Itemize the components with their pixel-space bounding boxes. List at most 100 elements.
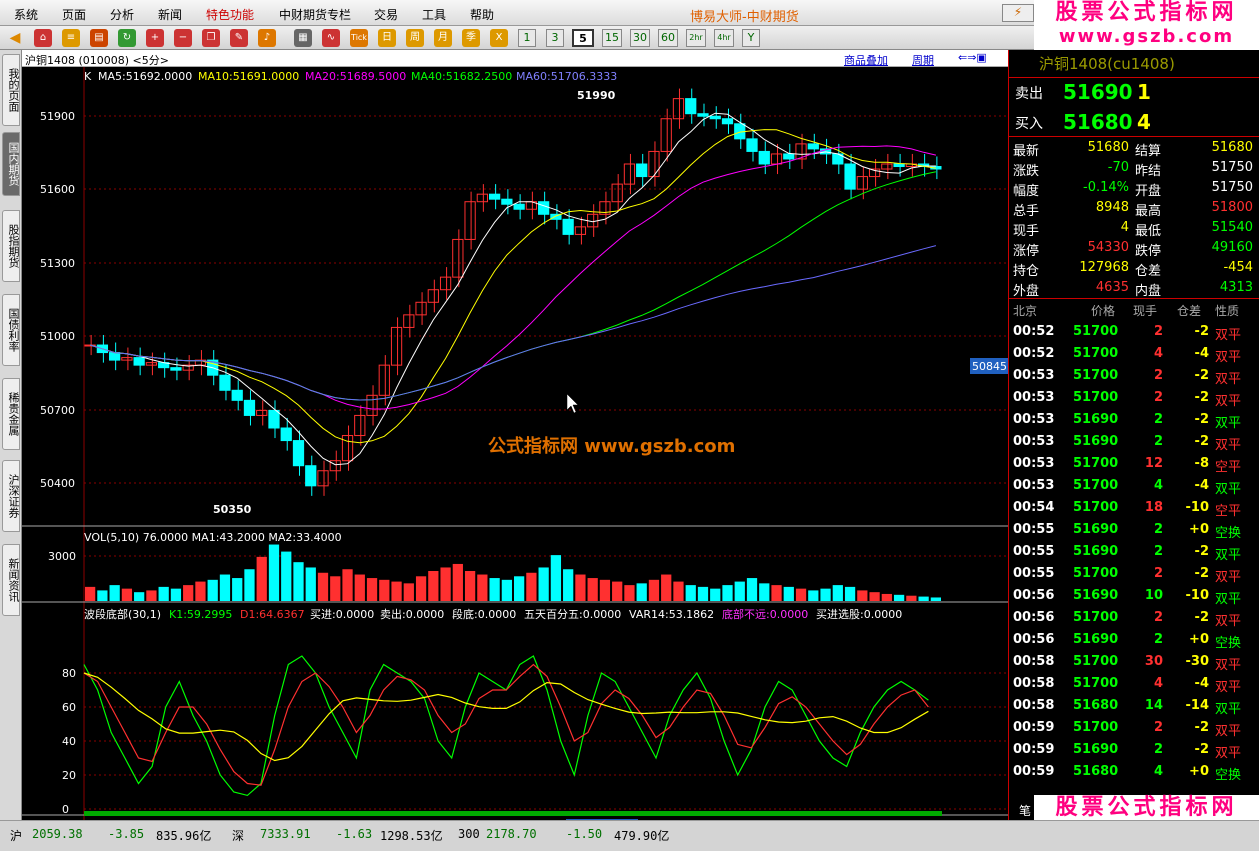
tick-row[interactable]: 00:53 51700 2 -2 双平	[1009, 390, 1259, 410]
period-60-button[interactable]: 60	[658, 29, 678, 47]
zoom-out-icon[interactable]: −	[174, 29, 192, 47]
menu-news[interactable]: 新闻	[158, 6, 182, 23]
tick-row[interactable]: 00:52 51700 2 -2 双平	[1009, 324, 1259, 344]
table-icon[interactable]: ▦	[294, 29, 312, 47]
volume-bar	[624, 585, 635, 601]
vol-legend: VOL(5,10) 76.0000 MA1:43.2000 MA2:33.400…	[84, 531, 342, 544]
tick-time: 00:53	[1013, 434, 1055, 449]
window-controls-icon[interactable]: ⇐⇒▣	[958, 51, 987, 64]
candle-body	[268, 409, 280, 429]
tick-vol: 4	[1153, 764, 1163, 779]
chart-area[interactable]: 沪铜1408 (010008) <5分> 商品叠加 周期 ⇐⇒▣ K MA5:5…	[22, 50, 1008, 820]
zoom-in-icon[interactable]: +	[146, 29, 164, 47]
volume-bar	[771, 585, 782, 601]
tick-row[interactable]: 00:58 51700 30 -30 双平	[1009, 654, 1259, 674]
menu-special[interactable]: 特色功能	[206, 6, 254, 23]
period-4hr-button[interactable]: 4hr	[714, 29, 734, 47]
tick-row[interactable]: 00:55 51700 2 -2 双平	[1009, 566, 1259, 586]
menu-help[interactable]: 帮助	[470, 6, 494, 23]
tick-price: 51690	[1073, 434, 1119, 449]
tick-row[interactable]: 00:52 51700 4 -4 双平	[1009, 346, 1259, 366]
day-icon[interactable]: 日	[378, 29, 396, 47]
candle-body	[574, 226, 587, 235]
tick-row[interactable]: 00:59 51700 2 -2 双平	[1009, 720, 1259, 740]
news-icon[interactable]: ▤	[90, 29, 108, 47]
candle-body	[709, 115, 721, 120]
tab-news[interactable]: 新闻资讯	[2, 544, 20, 616]
period-15-button[interactable]: 15	[602, 29, 622, 47]
stack-icon[interactable]: ≡	[62, 29, 80, 47]
menu-page[interactable]: 页面	[62, 6, 86, 23]
chart-icon[interactable]: ∿	[322, 29, 340, 47]
bell-icon[interactable]: ♪	[258, 29, 276, 47]
refresh-icon[interactable]: ↻	[118, 29, 136, 47]
tick-row[interactable]: 00:55 51690 2 -2 双平	[1009, 544, 1259, 564]
tick-time: 00:58	[1013, 654, 1055, 669]
menu-system[interactable]: 系统	[14, 6, 38, 23]
season-icon[interactable]: 季	[462, 29, 480, 47]
tick-row[interactable]: 00:55 51690 2 +0 空换	[1009, 522, 1259, 542]
tab-domestic-futures[interactable]: 国内期货	[2, 132, 20, 196]
back-arrow-icon[interactable]: ◀	[6, 29, 24, 47]
period-3-button[interactable]: 3	[546, 29, 564, 47]
x-icon[interactable]: X	[490, 29, 508, 47]
period-1-button[interactable]: 1	[518, 29, 536, 47]
tab-my-page[interactable]: 我的页面	[2, 54, 20, 126]
overlay-link[interactable]: 商品叠加	[844, 52, 888, 68]
candle-body	[513, 203, 525, 210]
tick-row[interactable]: 00:53 51700 2 -2 双平	[1009, 368, 1259, 388]
home-icon[interactable]: ⌂	[34, 29, 52, 47]
tick-diff: -10	[1185, 588, 1210, 603]
stat-value: 51750	[1211, 160, 1253, 175]
menu-column[interactable]: 中财期货专栏	[279, 6, 351, 23]
tick-row[interactable]: 00:53 51700 4 -4 双平	[1009, 478, 1259, 498]
period-2hr-button[interactable]: 2hr	[686, 29, 706, 47]
week-icon[interactable]: 周	[406, 29, 424, 47]
tick-row[interactable]: 00:59 51690 2 -2 双平	[1009, 742, 1259, 762]
app-title: 博易大师-中财期货	[690, 10, 799, 25]
cycle-link[interactable]: 周期	[912, 52, 934, 68]
menu-analysis[interactable]: 分析	[110, 6, 134, 23]
stat-label: 幅度	[1013, 184, 1040, 199]
menu-trade[interactable]: 交易	[374, 6, 398, 23]
status-item: -1.63	[336, 827, 373, 841]
tick-price: 51700	[1073, 676, 1119, 691]
menu-tools[interactable]: 工具	[422, 6, 446, 23]
candle-body	[636, 163, 648, 178]
tick-row[interactable]: 00:59 51680 4 +0 空换	[1009, 764, 1259, 784]
volume-bar	[477, 574, 488, 601]
tab-precious-metals[interactable]: 稀贵金属	[2, 378, 20, 450]
quote-title: 沪铜1408(cu1408)	[1039, 55, 1175, 73]
tick-nature: 双平	[1215, 416, 1242, 431]
status-item: -1.50	[566, 827, 603, 841]
period-y-button[interactable]: Y	[742, 29, 760, 47]
tab-index-futures[interactable]: 股指期货	[2, 210, 20, 282]
tick-row[interactable]: 00:53 51690 2 -2 双平	[1009, 434, 1259, 454]
tick-row[interactable]: 00:58 51700 4 -4 双平	[1009, 676, 1259, 696]
y-tick-label: 50400	[40, 477, 75, 490]
tick-row[interactable]: 00:56 51700 2 -2 双平	[1009, 610, 1259, 630]
volume-bar	[685, 585, 696, 601]
window-icon[interactable]: ❐	[202, 29, 220, 47]
period-5-button[interactable]: 5	[572, 29, 594, 47]
tick-row[interactable]: 00:56 51690 2 +0 空换	[1009, 632, 1259, 652]
tick-row[interactable]: 00:56 51690 10 -10 双平	[1009, 588, 1259, 608]
month-icon[interactable]: 月	[434, 29, 452, 47]
tab-stocks[interactable]: 沪深证券	[2, 460, 20, 532]
tick-vol: 2	[1153, 566, 1163, 581]
tick-row[interactable]: 00:54 51700 18 -10 空平	[1009, 500, 1259, 520]
tab-bond-rates[interactable]: 国债利率	[2, 294, 20, 366]
pen-icon[interactable]: ✎	[230, 29, 248, 47]
tick-row[interactable]: 00:58 51680 14 -14 双平	[1009, 698, 1259, 718]
tick-price: 51690	[1073, 742, 1119, 757]
chart-symbol: 沪铜1408 (010008) <5分>	[25, 54, 169, 67]
tick-price: 51700	[1073, 654, 1119, 669]
tick-row[interactable]: 00:53 51700 12 -8 空平	[1009, 456, 1259, 476]
period-30-button[interactable]: 30	[630, 29, 650, 47]
tick-icon[interactable]: Tick	[350, 29, 368, 47]
candle-body	[292, 440, 305, 467]
tick-row[interactable]: 00:53 51690 2 -2 双平	[1009, 412, 1259, 432]
lightning-icon[interactable]: ⚡	[1002, 4, 1034, 22]
volume-bar	[268, 544, 280, 601]
candle-body	[439, 276, 452, 291]
